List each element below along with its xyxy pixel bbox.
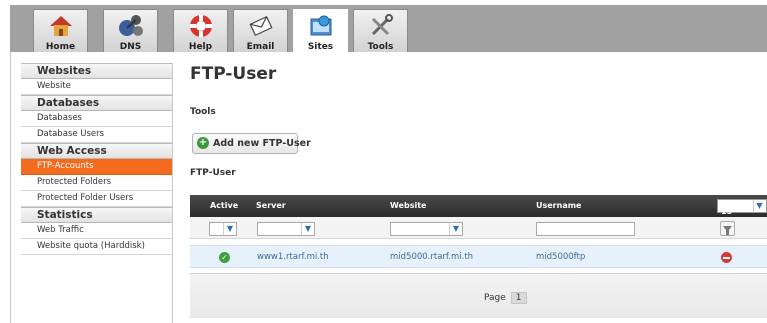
filter-active-select[interactable]: ▼ [209, 222, 237, 236]
ftp-user-grid: Active Server Website Username 15 ▼ ▼ ▼ … [190, 195, 767, 323]
rows-per-page-select[interactable]: 15 ▼ [717, 199, 767, 216]
lifebuoy-icon [190, 15, 212, 37]
tab-email[interactable]: Email [233, 9, 288, 52]
column-header-website[interactable]: Website [390, 201, 426, 210]
filter-server-select[interactable]: ▼ [257, 222, 315, 236]
tools-heading: Tools [190, 107, 216, 117]
tools-icon [371, 14, 393, 36]
chevron-down-icon: ▼ [753, 200, 765, 212]
filter-button[interactable] [720, 221, 735, 236]
active-check-icon: ✓ [219, 252, 230, 263]
add-ftp-user-button[interactable]: + Add new FTP-User [192, 133, 311, 154]
tab-home[interactable]: Home [33, 9, 88, 52]
table-row[interactable]: ✓ www1.rtarf.mi.th mid5000.rtarf.mi.th m… [190, 245, 767, 268]
dns-icon [119, 15, 143, 36]
chevron-down-icon: ▼ [301, 223, 314, 235]
column-header-active[interactable]: Active [210, 201, 238, 210]
tab-sites[interactable]: Sites [293, 9, 348, 53]
tab-help[interactable]: Help [173, 9, 228, 52]
funnel-icon [723, 226, 732, 235]
sidebar: Websites Website Databases Databases Dat… [21, 63, 172, 255]
tab-label: Home [45, 42, 76, 52]
add-ftp-user-label: Add new FTP-User [213, 138, 311, 149]
top-navigation: Home DNS Help Email Sites Tools [10, 5, 767, 53]
sidebar-divider [172, 63, 173, 323]
tab-dns[interactable]: DNS [103, 9, 158, 52]
filter-username-input[interactable] [536, 222, 635, 236]
home-icon [50, 16, 72, 36]
filter-website-select[interactable]: ▼ [390, 222, 463, 236]
cell-server[interactable]: www1.rtarf.mi.th [257, 252, 329, 262]
tab-label: Email [246, 42, 275, 52]
sidebar-item-website-quota[interactable]: Website quota (Harddisk) [21, 239, 172, 255]
page-title: FTP-User [190, 64, 277, 84]
tab-label: Help [188, 42, 213, 52]
sidebar-item-protected-folders[interactable]: Protected Folders [21, 175, 172, 191]
pager-label: Page [484, 293, 506, 303]
column-header-username[interactable]: Username [536, 201, 581, 210]
sidebar-item-ftp-accounts[interactable]: FTP-Accounts [21, 159, 172, 175]
cell-website[interactable]: mid5000.rtarf.mi.th [390, 252, 473, 262]
grid-header: Active Server Website Username 15 ▼ [190, 195, 767, 217]
sidebar-section-statistics: Statistics [21, 207, 172, 223]
cell-username[interactable]: mid5000ftp [536, 252, 585, 262]
list-heading: FTP-User [190, 168, 236, 178]
sidebar-item-protected-folder-users[interactable]: Protected Folder Users [21, 191, 172, 207]
sidebar-section-web-access: Web Access [21, 143, 172, 159]
sidebar-section-websites: Websites [21, 63, 172, 79]
chevron-down-icon: ▼ [223, 223, 236, 235]
tab-label: Sites [307, 42, 334, 52]
grid-footer: Page 1 [190, 273, 767, 318]
chevron-down-icon: ▼ [449, 223, 462, 235]
filter-row: ▼ ▼ ▼ [190, 217, 767, 239]
pager: Page 1 [484, 292, 527, 304]
tab-label: DNS [119, 42, 142, 52]
tab-label: Tools [367, 42, 394, 52]
tab-tools[interactable]: Tools [353, 9, 408, 52]
sidebar-item-web-traffic[interactable]: Web Traffic [21, 223, 172, 239]
column-header-server[interactable]: Server [256, 201, 286, 210]
sidebar-section-databases: Databases [21, 95, 172, 111]
add-icon: + [197, 137, 209, 149]
sidebar-item-website[interactable]: Website [21, 79, 172, 95]
delete-icon[interactable] [721, 252, 732, 263]
sidebar-item-database-users[interactable]: Database Users [21, 127, 172, 143]
sidebar-item-databases[interactable]: Databases [21, 111, 172, 127]
page-number[interactable]: 1 [510, 292, 527, 304]
sites-icon [310, 15, 332, 36]
envelope-icon [249, 15, 273, 37]
